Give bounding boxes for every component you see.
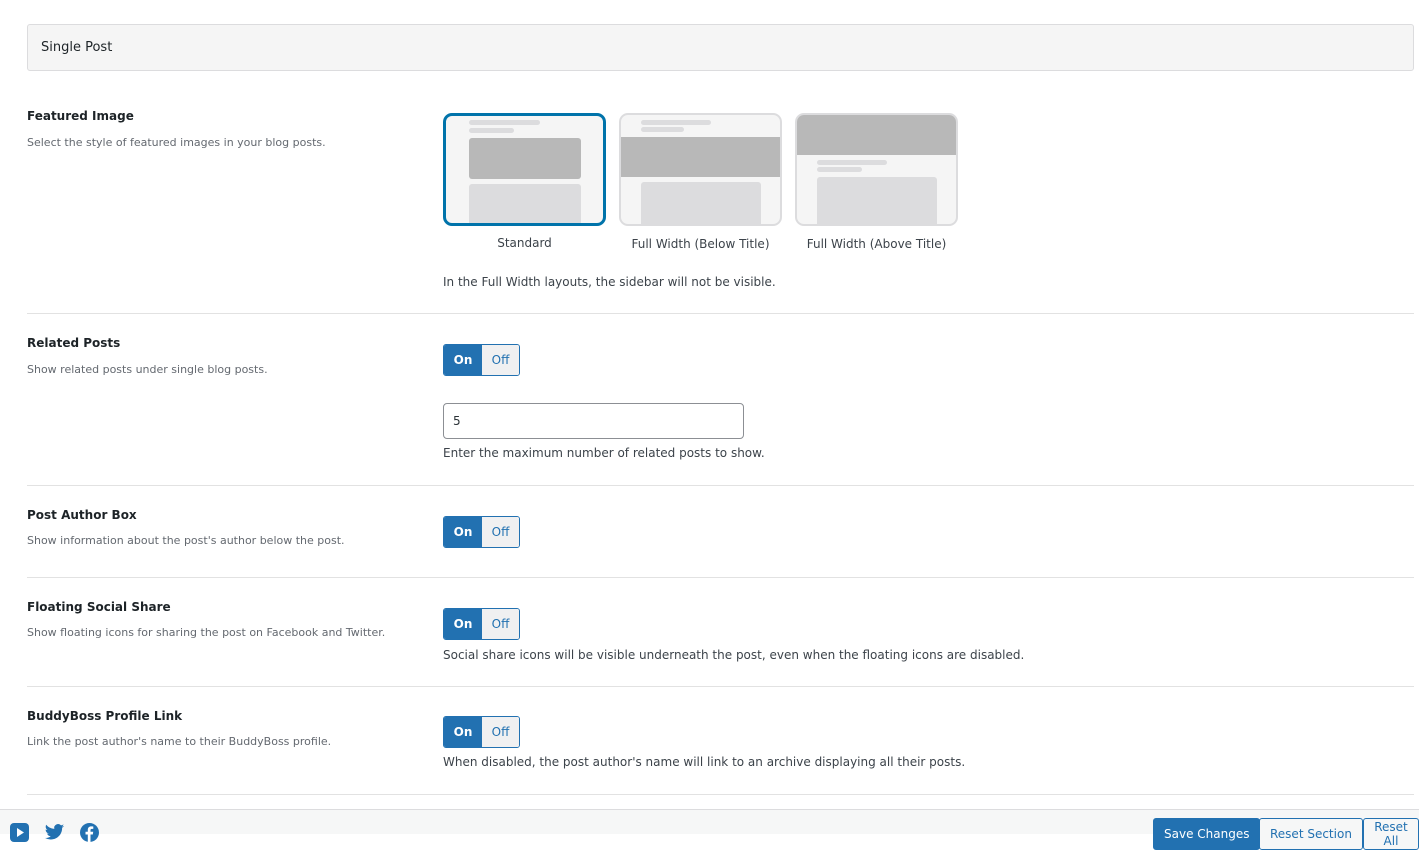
featured-image-layout-picker: Standard Full Width (Below Title) Full W… <box>443 113 958 251</box>
toggle-off-button[interactable]: Off <box>482 517 519 547</box>
toggle-off-button[interactable]: Off <box>482 609 519 639</box>
related-posts-toggle[interactable]: On Off <box>443 344 520 376</box>
toggle-on-button[interactable]: On <box>444 717 482 747</box>
toggle-off-button[interactable]: Off <box>482 345 519 375</box>
reset-all-button[interactable]: Reset All <box>1363 818 1419 850</box>
layout-thumbnail-above-title[interactable] <box>795 113 958 226</box>
section-title: Single Post <box>41 40 113 55</box>
setting-description: Show floating icons for sharing the post… <box>27 626 386 639</box>
buddyboss-profile-link-toggle[interactable]: On Off <box>443 716 520 748</box>
setting-label: BuddyBoss Profile Link <box>27 709 183 723</box>
floating-social-share-toggle[interactable]: On Off <box>443 608 520 640</box>
setting-description: Select the style of featured images in y… <box>27 136 326 149</box>
setting-label: Post Author Box <box>27 508 137 522</box>
setting-description: Link the post author's name to their Bud… <box>27 735 332 748</box>
layout-thumbnail-standard[interactable] <box>443 113 606 226</box>
featured-image-help: In the Full Width layouts, the sidebar w… <box>443 275 776 289</box>
section-header: Single Post <box>27 24 1414 71</box>
toggle-on-button[interactable]: On <box>444 609 482 639</box>
setting-description: Show information about the post's author… <box>27 534 345 547</box>
setting-label: Related Posts <box>27 336 121 350</box>
layout-option-full-width-above-title[interactable]: Full Width (Above Title) <box>795 113 958 251</box>
facebook-icon[interactable] <box>79 822 100 843</box>
youtube-icon[interactable] <box>9 822 30 843</box>
setting-description: Show related posts under single blog pos… <box>27 363 268 376</box>
layout-option-full-width-below-title[interactable]: Full Width (Below Title) <box>619 113 782 251</box>
setting-related-posts: Related Posts Show related posts under s… <box>27 314 1414 486</box>
post-author-box-toggle[interactable]: On Off <box>443 516 520 548</box>
related-posts-count-input[interactable] <box>443 403 744 439</box>
toggle-on-button[interactable]: On <box>444 517 482 547</box>
setting-label: Featured Image <box>27 109 134 123</box>
layout-caption: Full Width (Above Title) <box>806 237 947 251</box>
twitter-icon[interactable] <box>44 822 65 843</box>
social-links <box>9 822 100 843</box>
setting-buddyboss-profile-link: BuddyBoss Profile Link Link the post aut… <box>27 687 1414 795</box>
reset-section-button[interactable]: Reset Section <box>1259 818 1363 850</box>
toggle-off-button[interactable]: Off <box>482 717 519 747</box>
setting-floating-social-share: Floating Social Share Show floating icon… <box>27 578 1414 687</box>
setting-post-author-box: Post Author Box Show information about t… <box>27 486 1414 578</box>
layout-option-standard[interactable]: Standard <box>443 113 606 251</box>
related-posts-help: Enter the maximum number of related post… <box>443 446 765 460</box>
layout-caption: Standard <box>497 236 552 250</box>
layout-caption: Full Width (Below Title) <box>631 237 770 251</box>
footer-bar: Save Changes Reset Section Reset All <box>0 809 1419 850</box>
setting-featured-image: Featured Image Select the style of featu… <box>27 108 1414 314</box>
layout-thumbnail-below-title[interactable] <box>619 113 782 226</box>
save-changes-button[interactable]: Save Changes <box>1153 818 1261 850</box>
buddyboss-profile-link-help: When disabled, the post author's name wi… <box>443 755 966 769</box>
setting-label: Floating Social Share <box>27 600 171 614</box>
toggle-on-button[interactable]: On <box>444 345 482 375</box>
floating-social-share-help: Social share icons will be visible under… <box>443 648 1025 662</box>
